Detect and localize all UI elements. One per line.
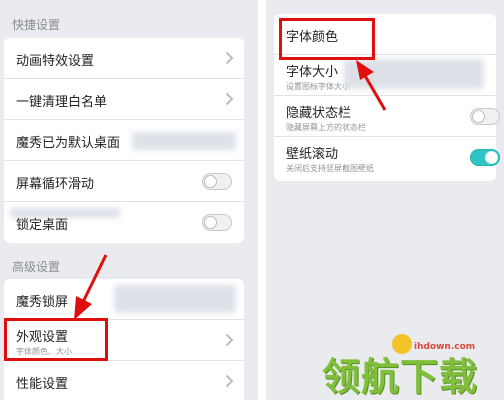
arrowhead-left	[74, 296, 92, 320]
arrow-line-left	[80, 254, 108, 305]
arrow-line-right	[362, 73, 387, 111]
arrowhead-right	[356, 60, 374, 80]
annotation-arrows	[74, 60, 387, 320]
watermark-text: 领航下载	[322, 355, 479, 399]
